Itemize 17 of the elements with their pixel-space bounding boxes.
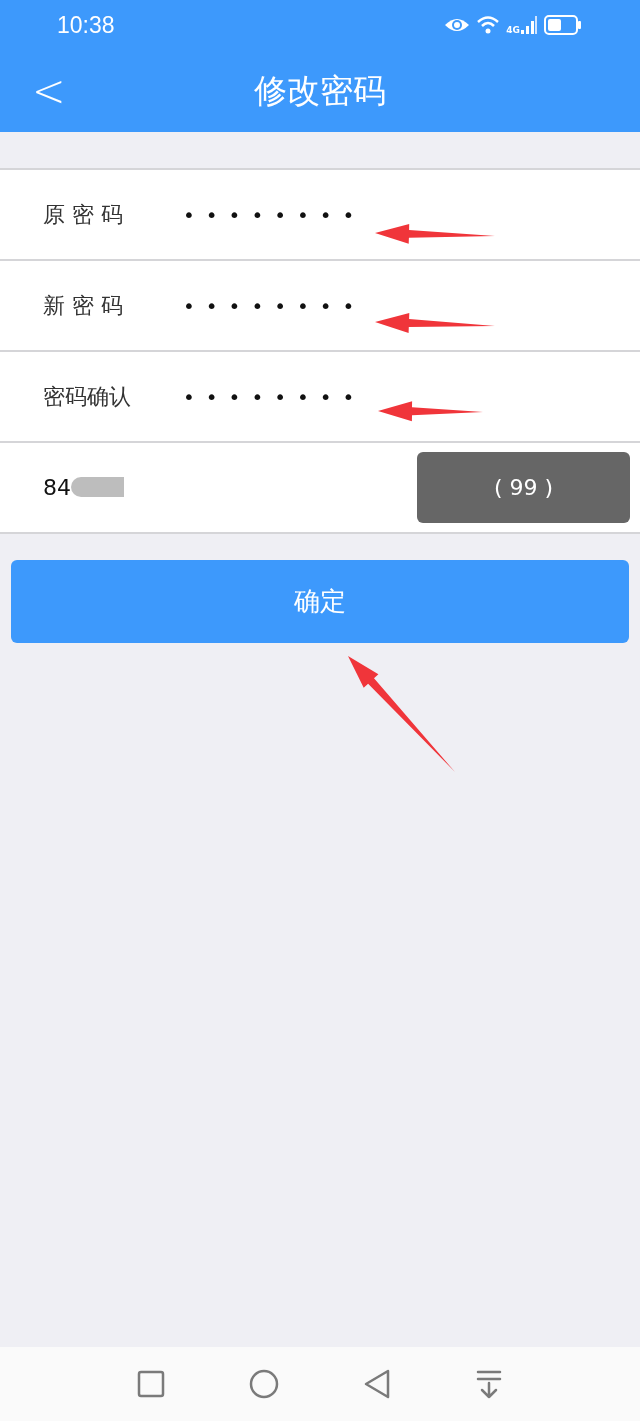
field-label: 密码确认 — [43, 382, 132, 411]
password-field[interactable]: •••••••• — [183, 202, 443, 227]
dropdown-icon — [475, 1369, 503, 1399]
wifi-icon — [476, 15, 501, 35]
back-triangle-icon — [363, 1369, 391, 1399]
field-label: 原 密 码 — [43, 200, 124, 229]
battery-icon — [544, 15, 582, 35]
square-icon — [137, 1370, 165, 1398]
signal-icon — [520, 15, 538, 35]
eye-icon — [444, 16, 471, 34]
password-field[interactable]: •••••••• — [183, 384, 443, 409]
circle-icon — [249, 1369, 279, 1399]
network-label: 4G — [506, 25, 520, 35]
page-title: 修改密码 — [254, 69, 386, 112]
clock-time: 10:38 — [57, 11, 115, 39]
password-field[interactable]: •••••••• — [183, 293, 443, 318]
field-label: 新 密 码 — [43, 291, 124, 320]
